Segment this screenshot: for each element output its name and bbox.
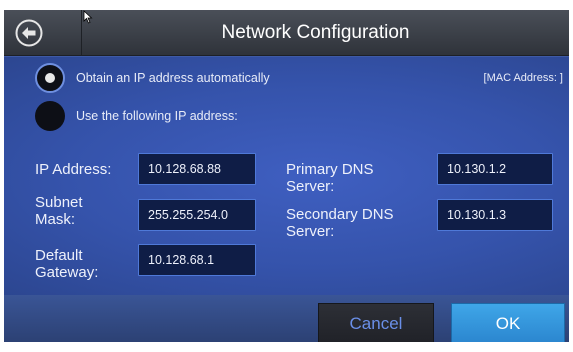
secondary-dns-label-line2: Server: bbox=[286, 223, 335, 240]
radio-obtain-automatically[interactable] bbox=[35, 63, 65, 93]
back-arrow-icon bbox=[15, 19, 43, 47]
subnet-mask-field[interactable]: 255.255.254.0 bbox=[138, 199, 256, 231]
cancel-button[interactable]: Cancel bbox=[318, 303, 434, 342]
primary-dns-label-line2: Server: bbox=[286, 178, 335, 195]
network-configuration-screen: Network Configuration Obtain an IP addre… bbox=[4, 10, 569, 342]
ip-address-field[interactable]: 10.128.68.88 bbox=[138, 153, 256, 185]
subnet-mask-label-line2: Mask: bbox=[35, 211, 76, 228]
primary-dns-field[interactable]: 10.130.1.2 bbox=[437, 153, 553, 185]
default-gateway-field[interactable]: 10.128.68.1 bbox=[138, 244, 256, 276]
ip-address-label: IP Address: bbox=[35, 161, 111, 178]
page-title: Network Configuration bbox=[221, 22, 410, 43]
secondary-dns-label-line1: Secondary DNS bbox=[286, 206, 394, 223]
default-gateway-label-line2: Gateway: bbox=[35, 264, 99, 281]
primary-dns-label-line1: Primary DNS bbox=[286, 161, 374, 178]
mac-address-label: [MAC Address: ] bbox=[483, 72, 563, 84]
default-gateway-label-line1: Default bbox=[35, 247, 83, 264]
radio-use-following-ip-label[interactable]: Use the following IP address: bbox=[76, 109, 238, 123]
radio-use-following-ip[interactable] bbox=[35, 101, 65, 131]
secondary-dns-label: Secondary DNS Server: bbox=[286, 206, 394, 240]
default-gateway-label: Default Gateway: bbox=[35, 247, 98, 281]
settings-panel: Obtain an IP address automatically [MAC … bbox=[4, 57, 569, 295]
button-bar: Cancel OK bbox=[4, 295, 569, 342]
radio-selected-dot bbox=[45, 73, 55, 83]
title-bar: Network Configuration bbox=[4, 10, 569, 56]
subnet-mask-label-line1: Subnet bbox=[35, 194, 83, 211]
radio-obtain-automatically-label[interactable]: Obtain an IP address automatically bbox=[76, 71, 270, 85]
secondary-dns-field[interactable]: 10.130.1.3 bbox=[437, 199, 553, 231]
ok-button[interactable]: OK bbox=[451, 303, 565, 342]
ip-address-label-text: IP Address: bbox=[35, 161, 112, 178]
back-button[interactable] bbox=[4, 10, 82, 56]
primary-dns-label: Primary DNS Server: bbox=[286, 161, 374, 195]
subnet-mask-label: Subnet Mask: bbox=[35, 194, 83, 228]
